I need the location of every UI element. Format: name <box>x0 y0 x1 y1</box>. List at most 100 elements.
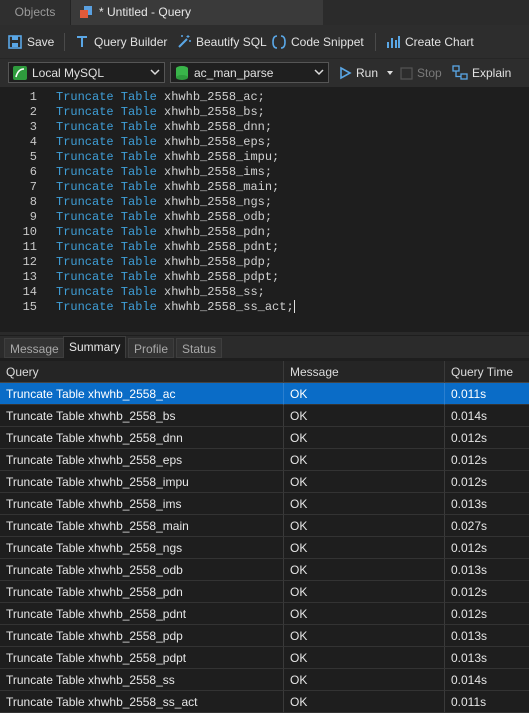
message-cell: OK <box>284 669 445 691</box>
column-header-query[interactable]: Query <box>0 361 284 383</box>
tab-message[interactable]: Message <box>4 338 65 358</box>
query-cell: Truncate Table xhwhb_2558_main <box>0 515 284 537</box>
table-row[interactable]: Truncate Table xhwhb_2558_ss OK 0.014s <box>0 669 529 691</box>
pane-splitter[interactable] <box>0 332 529 335</box>
connection-select[interactable]: Local MySQL <box>8 62 165 83</box>
query-builder-button[interactable]: Query Builder <box>74 25 167 58</box>
sql-text: xhwhb_2558_ngs; <box>156 195 273 209</box>
message-cell: OK <box>284 383 445 405</box>
database-name: ac_man_parse <box>194 65 274 80</box>
database-icon <box>176 65 188 80</box>
sql-text: xhwhb_2558_main; <box>156 180 280 194</box>
tab-objects[interactable]: Objects <box>0 0 71 25</box>
table-row[interactable]: Truncate Table xhwhb_2558_main OK 0.027s <box>0 515 529 537</box>
toolbar-divider <box>64 33 65 51</box>
table-row[interactable]: Truncate Table xhwhb_2558_impu OK 0.012s <box>0 471 529 493</box>
time-cell: 0.011s <box>445 383 529 405</box>
sql-keyword: Truncate Table <box>56 240 157 254</box>
query-cell: Truncate Table xhwhb_2558_dnn <box>0 427 284 449</box>
query-cell: Truncate Table xhwhb_2558_ims <box>0 493 284 515</box>
code-snippet-button[interactable]: Code Snippet <box>271 25 364 58</box>
beautify-sql-button[interactable]: Beautify SQL <box>176 25 267 58</box>
time-cell: 0.014s <box>445 669 529 691</box>
line-number: 15 <box>22 300 37 314</box>
tab-query-label: * Untitled - Query <box>99 5 192 19</box>
mysql-connection-icon <box>13 65 27 80</box>
sql-text: xhwhb_2558_eps; <box>156 135 273 149</box>
line-number: 14 <box>22 285 37 299</box>
message-cell: OK <box>284 515 445 537</box>
sql-text: xhwhb_2558_dnn; <box>156 120 273 134</box>
column-header-query-time[interactable]: Query Time <box>445 361 529 383</box>
table-row[interactable]: Truncate Table xhwhb_2558_pdp OK 0.013s <box>0 625 529 647</box>
explain-button[interactable]: Explain <box>452 59 511 87</box>
line-number: 6 <box>29 165 37 179</box>
create-chart-button[interactable]: Create Chart <box>385 25 474 58</box>
message-cell: OK <box>284 537 445 559</box>
explain-icon <box>452 65 468 80</box>
table-row[interactable]: Truncate Table xhwhb_2558_dnn OK 0.012s <box>0 427 529 449</box>
save-icon <box>8 34 22 49</box>
query-cell: Truncate Table xhwhb_2558_ac <box>0 383 284 405</box>
time-cell: 0.012s <box>445 449 529 471</box>
query-cell: Truncate Table xhwhb_2558_eps <box>0 449 284 471</box>
message-cell: OK <box>284 449 445 471</box>
column-header-message[interactable]: Message <box>284 361 445 383</box>
time-cell: 0.014s <box>445 405 529 427</box>
sql-text: xhwhb_2558_ss_act; <box>156 300 294 314</box>
message-cell: OK <box>284 625 445 647</box>
save-button[interactable]: Save <box>7 25 54 58</box>
message-cell: OK <box>284 647 445 669</box>
table-row[interactable]: Truncate Table xhwhb_2558_pdpt OK 0.013s <box>0 647 529 669</box>
tab-summary[interactable]: Summary <box>63 336 127 358</box>
query-cell: Truncate Table xhwhb_2558_pdpt <box>0 647 284 669</box>
stop-button[interactable]: Stop <box>400 59 442 87</box>
sql-text: xhwhb_2558_pdp; <box>156 255 273 269</box>
code-snippet-label: Code Snippet <box>291 34 364 49</box>
time-cell: 0.012s <box>445 581 529 603</box>
query-builder-label: Query Builder <box>94 34 168 49</box>
table-row[interactable]: Truncate Table xhwhb_2558_ims OK 0.013s <box>0 493 529 515</box>
sql-keyword: Truncate Table <box>56 255 157 269</box>
sql-text: xhwhb_2558_ims; <box>156 165 273 179</box>
run-button[interactable]: Run <box>338 59 394 87</box>
chart-icon <box>387 35 400 48</box>
table-row[interactable]: Truncate Table xhwhb_2558_pdn OK 0.012s <box>0 581 529 603</box>
sql-text: xhwhb_2558_ac; <box>156 90 265 104</box>
sql-editor[interactable]: 1 Truncate Table xhwhb_2558_ac; 2 Truncate… <box>0 88 529 332</box>
tab-status[interactable]: Status <box>176 338 223 358</box>
tab-profile[interactable]: Profile <box>128 338 175 358</box>
table-row[interactable]: Truncate Table xhwhb_2558_ss_act OK 0.011s <box>0 691 529 713</box>
table-row[interactable]: Truncate Table xhwhb_2558_bs OK 0.014s <box>0 405 529 427</box>
database-select[interactable]: ac_man_parse <box>170 62 329 83</box>
sql-text: xhwhb_2558_impu; <box>156 150 280 164</box>
toolbar-divider <box>375 33 376 51</box>
table-row[interactable]: Truncate Table xhwhb_2558_pdnt OK 0.012s <box>0 603 529 625</box>
chevron-down-icon <box>314 69 324 76</box>
table-row[interactable]: Truncate Table xhwhb_2558_eps OK 0.012s <box>0 449 529 471</box>
line-number: 9 <box>29 210 37 224</box>
table-row[interactable]: Truncate Table xhwhb_2558_ac OK 0.011s <box>0 383 529 405</box>
line-number: 2 <box>29 105 37 119</box>
line-number: 7 <box>29 180 37 194</box>
code-snippet-icon <box>272 34 286 49</box>
tab-untitled-query[interactable]: * Untitled - Query <box>71 0 323 25</box>
sql-keyword: Truncate Table <box>56 165 157 179</box>
play-icon <box>340 66 352 80</box>
sql-keyword: Truncate Table <box>56 180 157 194</box>
query-cell: Truncate Table xhwhb_2558_ss_act <box>0 691 284 713</box>
connection-bar: Local MySQL ac_man_parse Run Stop Explai… <box>0 59 529 87</box>
line-number: 11 <box>22 240 37 254</box>
line-number: 4 <box>29 135 37 149</box>
create-chart-label: Create Chart <box>405 34 474 49</box>
time-cell: 0.012s <box>445 537 529 559</box>
sql-text: xhwhb_2558_bs; <box>156 105 265 119</box>
message-cell: OK <box>284 493 445 515</box>
time-cell: 0.013s <box>445 625 529 647</box>
table-row[interactable]: Truncate Table xhwhb_2558_odb OK 0.013s <box>0 559 529 581</box>
query-toolbar: Save Query Builder Beautify SQL Code Sni… <box>0 25 529 59</box>
table-row[interactable]: Truncate Table xhwhb_2558_ngs OK 0.012s <box>0 537 529 559</box>
chevron-down-icon <box>150 69 160 76</box>
line-number: 5 <box>29 150 37 164</box>
time-cell: 0.011s <box>445 691 529 713</box>
